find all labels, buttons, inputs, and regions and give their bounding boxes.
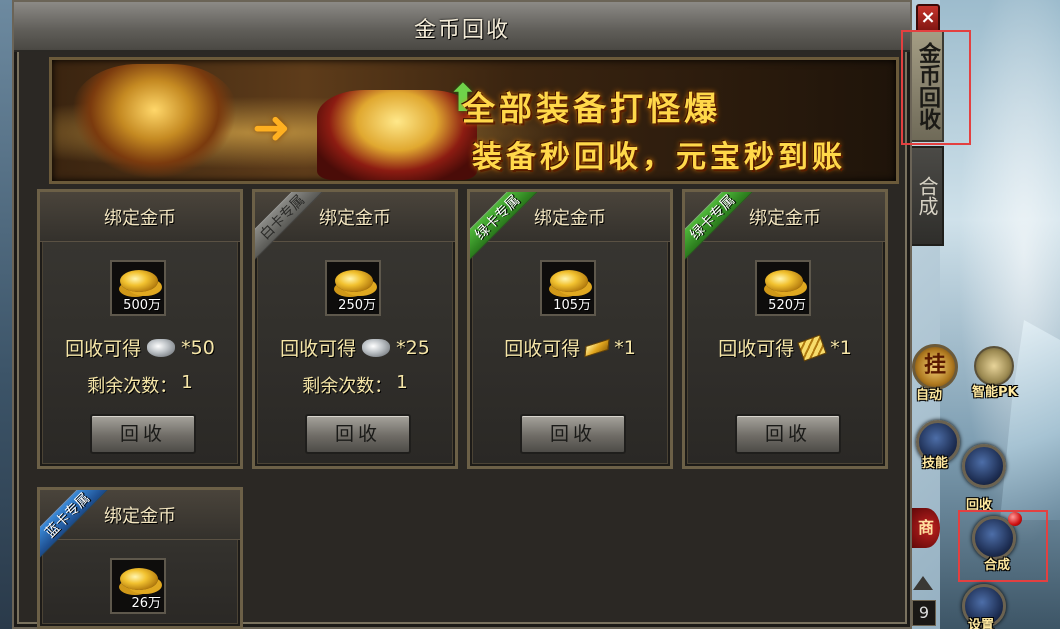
title-bar: 金币回收 [14,2,910,52]
background-left [0,0,12,629]
recycle-button[interactable]: 回收 [520,414,626,454]
remain-value: 1 [396,372,408,393]
tab-label: 金币回收 [915,42,940,130]
gold-coin-icon [335,270,373,292]
skill-label: 技能 [922,456,949,471]
recycle-card: 绑定金币 绿卡专属 520万 回收可得 *1 回收 [682,189,888,469]
window-title: 金币回收 [413,18,510,43]
item-amount: 105万 [553,298,591,313]
smart-pk-button[interactable] [974,346,1014,386]
recycle-button[interactable]: 回收 [735,414,841,454]
item-amount: 520万 [768,298,806,313]
reward-value: *1 [830,336,852,359]
tab-merge[interactable]: 合成 [912,146,944,246]
scroll-up-icon[interactable] [913,576,933,590]
promo-banner: ➜ ⬆ 全部装备打怪爆 装备秒回收，元宝秒到账 [49,57,899,184]
tab-gold-recycle[interactable]: 金币回收 [912,30,944,142]
pk-label: 智能PK [972,385,1018,400]
tab-label: 合成 [915,176,939,216]
gold-coin-icon [120,568,158,590]
remain-count: 剩余次数： 1 [255,372,455,398]
right-arrow-icon: ➜ [252,100,291,154]
card-header: 绑定金币 [40,192,240,242]
recycle-card: 绑定金币 白卡专属 250万 回收可得 *25 剩余次数： 1 回收 [252,189,458,469]
shop-button[interactable]: 商 [912,508,940,548]
item-slot[interactable]: 520万 [755,260,811,316]
reward-line: 回收可得 *1 [685,333,885,362]
recycle-shortcut-label: 回收 [966,498,993,513]
recycle-button[interactable]: 回收 [90,414,196,454]
item-slot[interactable]: 250万 [325,260,381,316]
banner-subline: 装备秒回收，元宝秒到账 [472,140,846,175]
item-amount: 26万 [131,596,161,611]
silver-ingot-icon [147,338,176,357]
page-number: 9 [912,600,936,626]
remain-label: 剩余次数： [87,376,178,397]
gold-stack-icon [797,333,827,362]
item-amount: 500万 [123,298,161,313]
reward-line: 回收可得 *25 [255,334,455,361]
reward-prefix: 回收可得 [718,338,795,360]
item-slot[interactable]: 26万 [110,558,166,614]
merge-shortcut-label: 合成 [984,558,1011,573]
warrior-image [72,64,237,179]
gold-coin-icon [765,270,803,292]
recycle-button[interactable]: 回收 [305,414,411,454]
remain-label: 剩余次数： [302,376,393,397]
reward-prefix: 回收可得 [504,338,581,360]
recycle-card: 绑定金币 500万 回收可得 *50 剩余次数： 1 回收 [37,189,243,469]
reward-value: *1 [614,336,636,359]
notification-dot [1008,512,1022,526]
item-slot[interactable]: 105万 [540,260,596,316]
remain-count: 剩余次数： 1 [40,372,240,398]
gold-coin-icon [550,270,588,292]
reward-prefix: 回收可得 [280,338,357,360]
recycle-card: 绑定金币 蓝卡专属 26万 [37,487,243,629]
card-title: 绑定金币 [104,208,176,229]
reward-line: 回收可得 *50 [40,334,240,361]
remain-value: 1 [181,372,193,393]
auto-label: 自动 [916,388,943,403]
gold-coin-icon [120,270,158,292]
reward-prefix: 回收可得 [65,338,142,360]
reward-value: *25 [396,336,430,359]
recycle-card: 绑定金币 绿卡专属 105万 回收可得 *1 回收 [467,189,673,469]
item-amount: 250万 [338,298,376,313]
silver-ingot-icon [362,338,391,357]
item-slot[interactable]: 500万 [110,260,166,316]
reward-value: *50 [181,336,215,359]
reward-line: 回收可得 *1 [470,334,670,361]
settings-label: 设置 [968,618,995,629]
gold-bar-icon [584,338,610,357]
recycle-shortcut-button[interactable] [962,444,1006,488]
banner-headline: 全部装备打怪爆 [462,89,721,128]
gold-recycle-window: 金币回收 ➜ ⬆ 全部装备打怪爆 装备秒回收，元宝秒到账 绑定金币 500万 回… [12,0,912,629]
